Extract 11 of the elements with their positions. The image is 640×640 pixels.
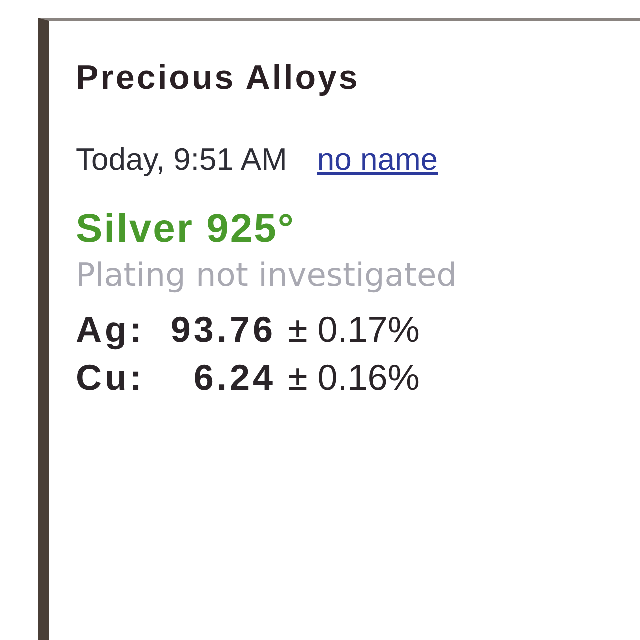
element-label: Cu: <box>76 356 146 400</box>
percentage-uncertainty: ± 0.17% <box>288 308 420 352</box>
operator-link[interactable]: no name <box>317 141 438 178</box>
percentage-uncertainty: ± 0.16% <box>288 356 420 400</box>
plating-note: Plating not investigated <box>76 256 457 294</box>
element-percentage: 93.76 <box>170 308 276 352</box>
window-title: Precious Alloys <box>76 58 360 98</box>
alloy-grade: Silver 925° <box>76 206 296 252</box>
element-percentage: 6.24 <box>192 356 276 400</box>
element-label: Ag: <box>76 308 146 352</box>
timestamp: Today, 9:51 AM <box>76 141 288 178</box>
